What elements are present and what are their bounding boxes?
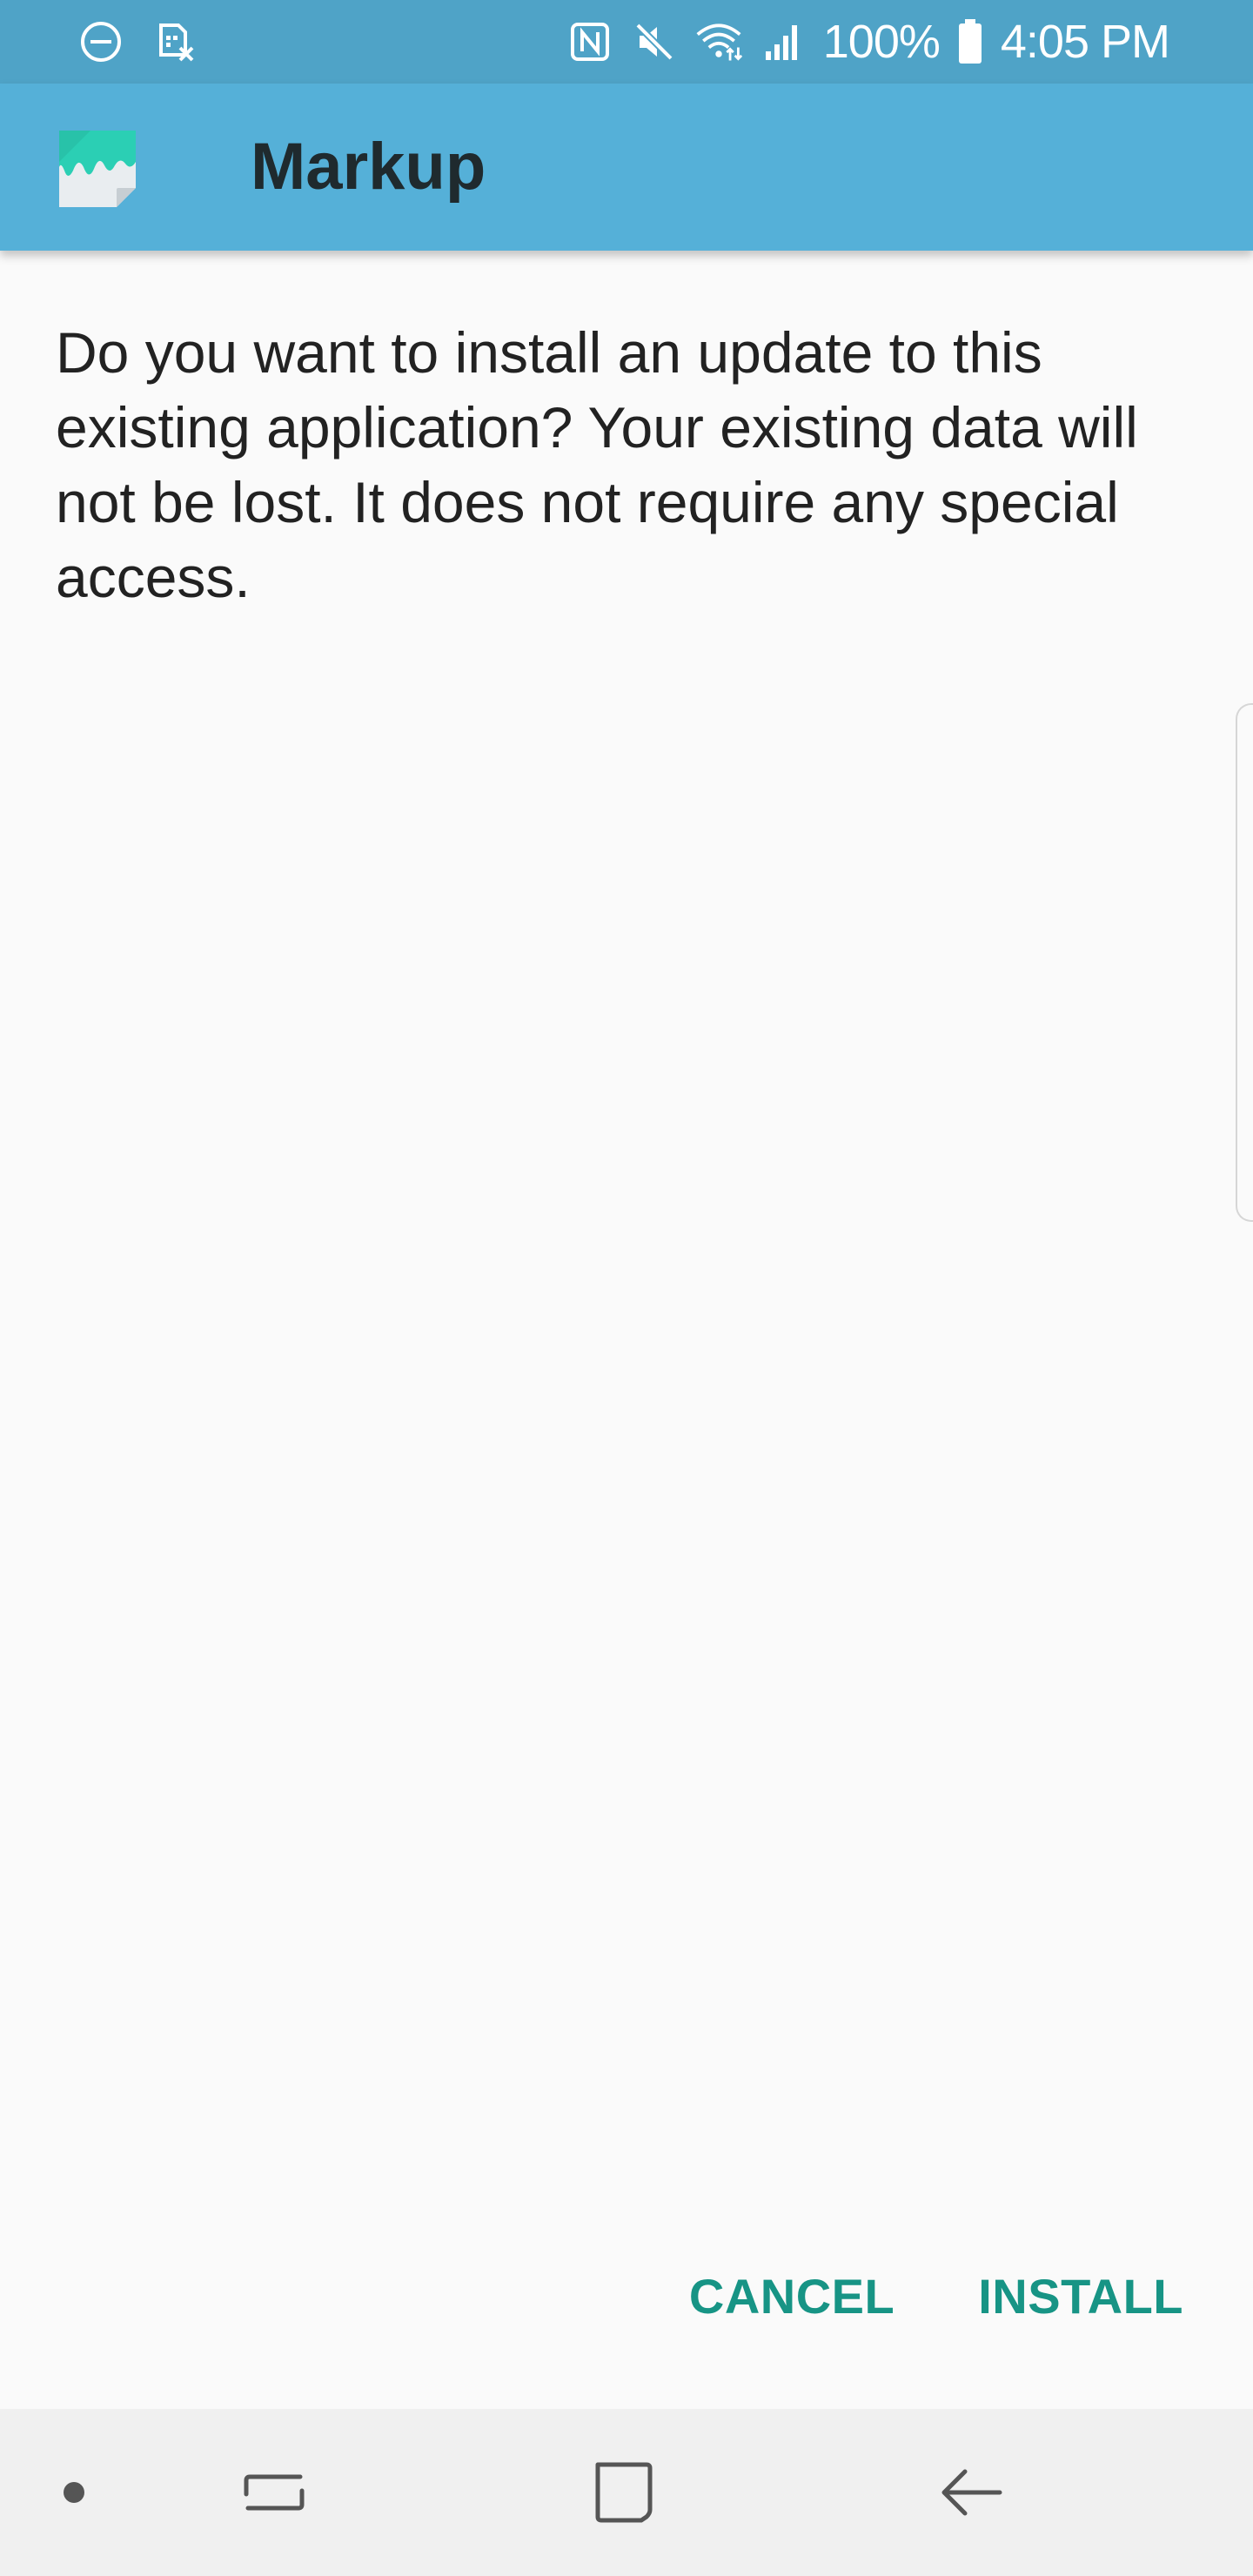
status-right: 100% 4:05 PM bbox=[566, 12, 1170, 71]
home-button[interactable] bbox=[566, 2409, 679, 2576]
recents-button[interactable] bbox=[218, 2409, 331, 2576]
status-time: 4:05 PM bbox=[1000, 16, 1170, 68]
battery-icon bbox=[955, 17, 985, 66]
wifi-icon bbox=[694, 17, 743, 66]
dialog-buttons: CANCEL INSTALL bbox=[689, 2268, 1183, 2324]
cancel-button[interactable]: CANCEL bbox=[689, 2268, 895, 2324]
status-left bbox=[77, 16, 198, 68]
mute-icon bbox=[630, 17, 679, 66]
edge-panel-handle[interactable] bbox=[1236, 703, 1253, 1222]
signal-icon bbox=[759, 17, 807, 66]
app-bar: Markup bbox=[0, 84, 1253, 251]
markup-app-icon bbox=[56, 127, 139, 211]
navigation-bar bbox=[0, 2409, 1253, 2576]
status-bar: 100% 4:05 PM bbox=[0, 0, 1253, 84]
install-message: Do you want to install an update to this… bbox=[56, 320, 1138, 609]
back-icon bbox=[941, 2469, 1002, 2516]
home-icon bbox=[595, 2462, 653, 2523]
nav-dot-button[interactable] bbox=[35, 2409, 113, 2576]
battery-percent: 100% bbox=[822, 16, 941, 68]
nfc-icon bbox=[566, 17, 614, 66]
install-button[interactable]: INSTALL bbox=[978, 2268, 1183, 2324]
recents-icon bbox=[244, 2474, 305, 2511]
dot-icon bbox=[64, 2482, 84, 2503]
do-not-disturb-icon bbox=[77, 17, 125, 66]
screen: 100% 4:05 PM Markup Do you want to insta… bbox=[0, 0, 1253, 2576]
app-title: Markup bbox=[251, 130, 486, 204]
back-button[interactable] bbox=[915, 2409, 1029, 2576]
sim-card-icon bbox=[150, 17, 198, 66]
